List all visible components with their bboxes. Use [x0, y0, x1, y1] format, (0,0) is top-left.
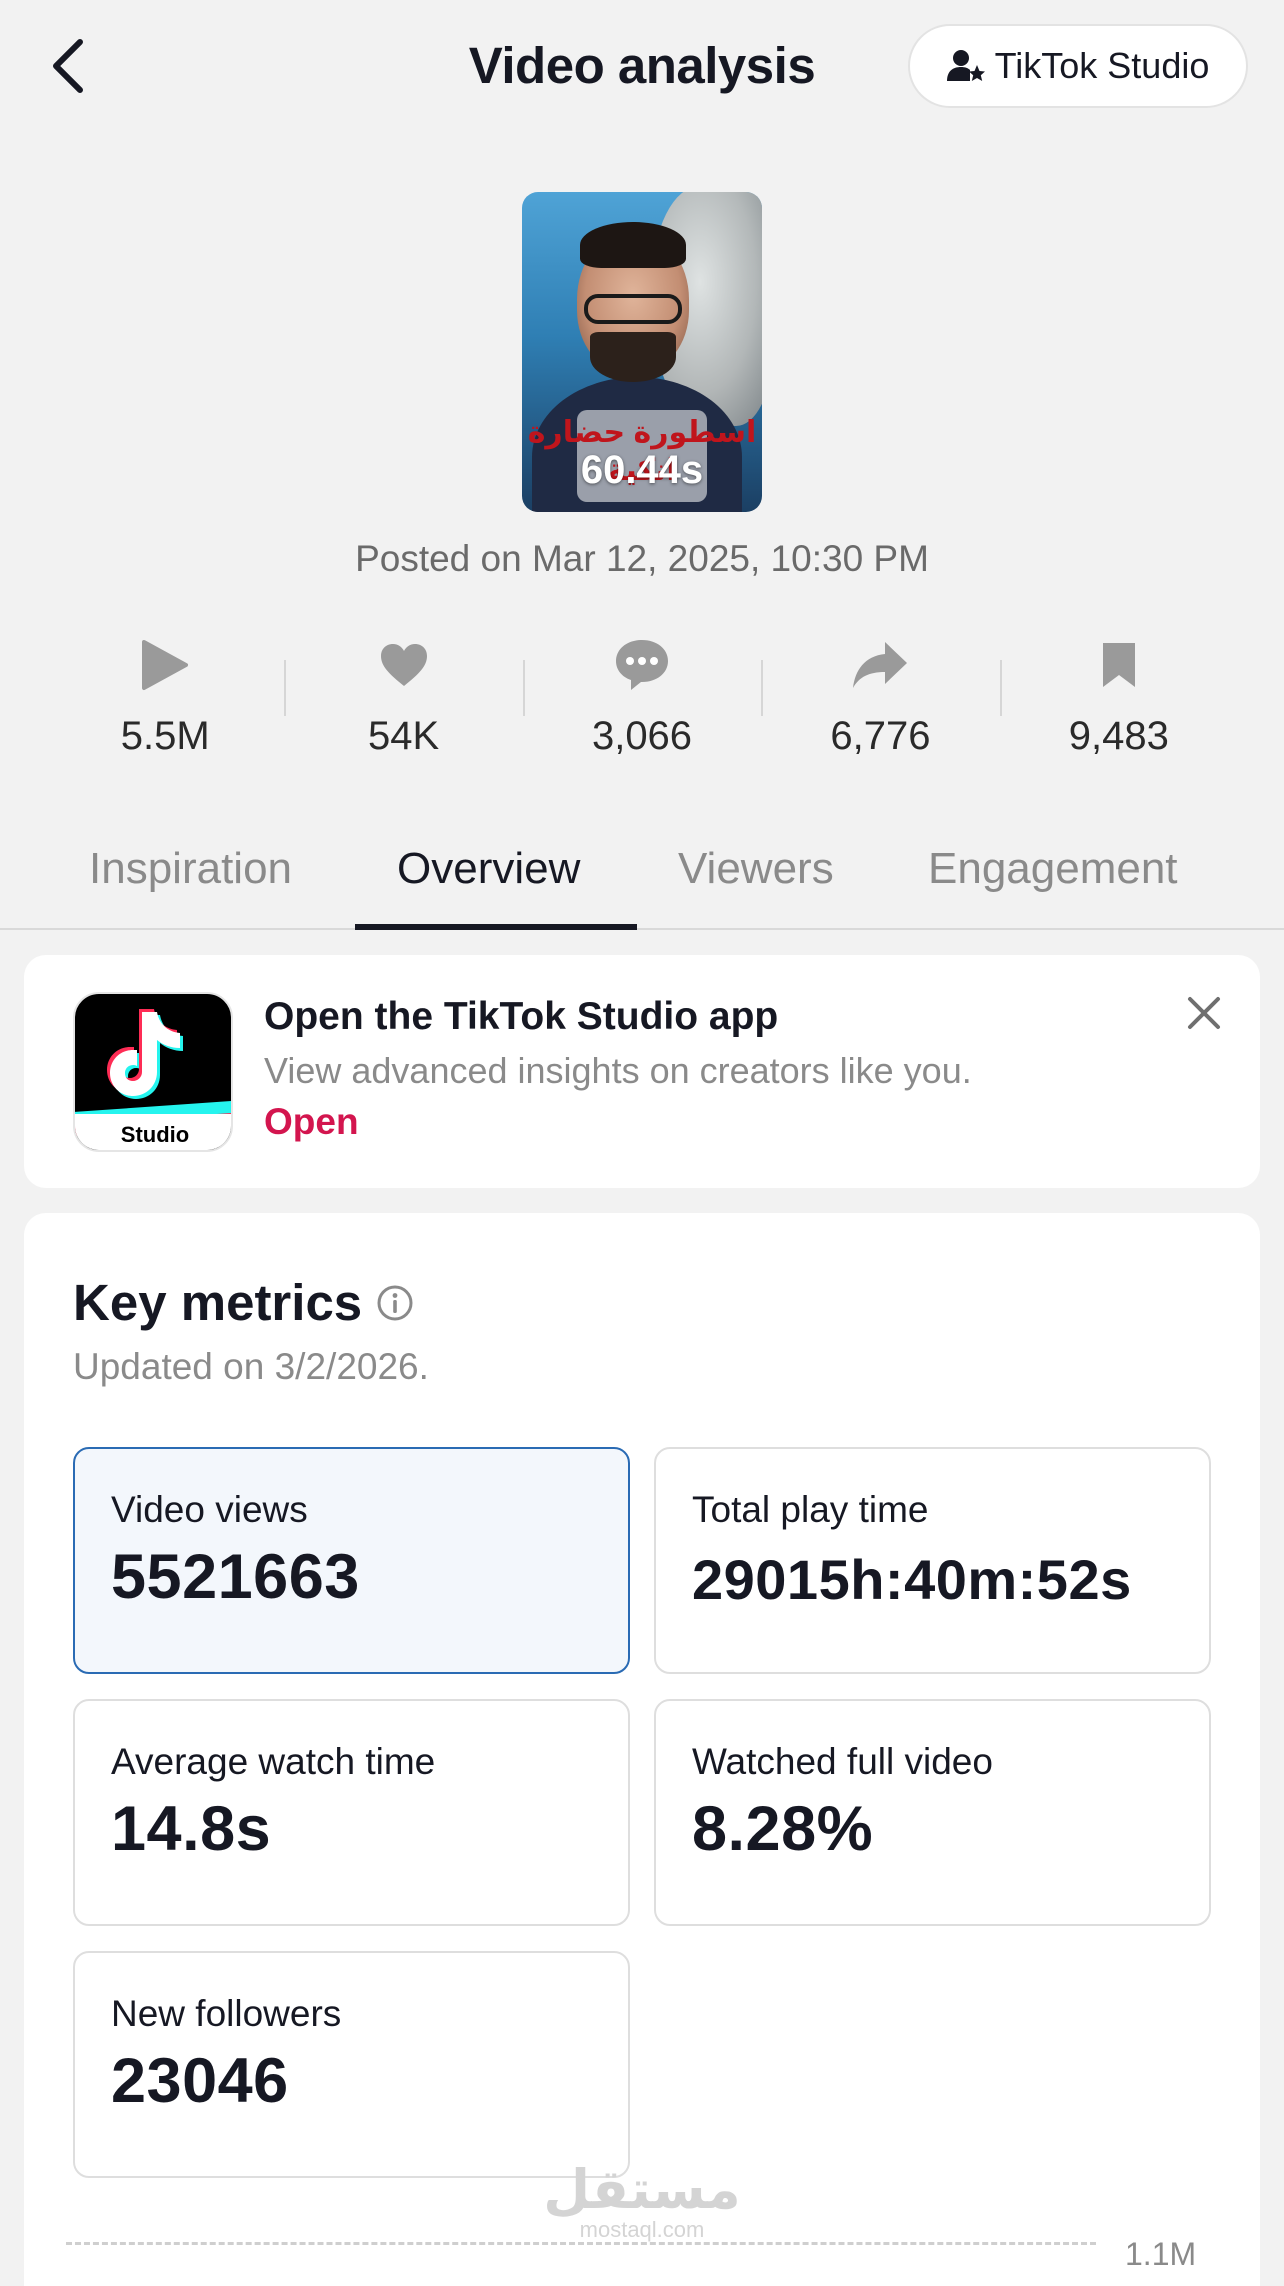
video-duration: 60.44s	[580, 448, 704, 492]
key-metrics-heading: Key metrics	[73, 1273, 414, 1332]
stat-likes: 54K	[284, 630, 522, 770]
video-thumbnail[interactable]: اسطورة حضارة انكية 60.44s	[522, 192, 762, 512]
banner-title: Open the TikTok Studio app	[264, 995, 779, 1038]
banner-open-link[interactable]: Open	[264, 1101, 359, 1143]
key-metrics-card: Key metrics Updated on 3/2/2026. Video v…	[24, 1213, 1260, 2286]
watermark-arabic: مستقل	[543, 2160, 741, 2220]
watermark-latin: mostaql.com	[579, 2217, 705, 2242]
metric-card-watched-full-video[interactable]: Watched full video 8.28%	[654, 1699, 1211, 1926]
tiktok-studio-button[interactable]: TikTok Studio	[908, 24, 1248, 108]
thumbnail-hair-graphic	[580, 222, 686, 268]
share-arrow-icon	[853, 642, 908, 688]
app-icon-label: Studio	[120, 1122, 190, 1147]
tab-bar: Inspiration Overview Viewers Engagement	[0, 832, 1284, 930]
metric-value: 23046	[111, 2046, 289, 2116]
bookmark-icon	[1102, 643, 1135, 687]
metric-label: Video views	[111, 1489, 308, 1530]
tab-engagement[interactable]: Engagement	[928, 844, 1178, 894]
stats-row: 5.5M 54K 3,066 6,776 9,483	[46, 630, 1238, 770]
stat-comments: 3,066	[522, 630, 761, 770]
metrics-updated-date: Updated on 3/2/2026.	[73, 1346, 429, 1387]
stat-saves: 9,483	[999, 630, 1238, 770]
stat-views-value: 5.5M	[120, 714, 210, 758]
tiktok-studio-app-icon: Studio	[73, 992, 233, 1152]
active-tab-indicator	[355, 924, 637, 930]
metric-label: Total play time	[692, 1489, 929, 1530]
comment-icon	[616, 640, 669, 690]
posted-date: Posted on Mar 12, 2025, 10:30 PM	[355, 538, 929, 579]
info-icon[interactable]	[376, 1284, 414, 1322]
header: Video analysis TikTok Studio	[0, 0, 1284, 135]
person-star-icon	[946, 50, 985, 81]
thumbnail-beard-graphic	[590, 332, 676, 382]
studio-app-banner: Studio Open the TikTok Studio app View a…	[24, 955, 1260, 1188]
heart-icon	[380, 644, 427, 686]
tab-overview[interactable]: Overview	[397, 844, 580, 894]
banner-description: View advanced insights on creators like …	[264, 1050, 972, 1091]
metric-card-average-watch-time[interactable]: Average watch time 14.8s	[73, 1699, 630, 1926]
metric-card-new-followers[interactable]: New followers 23046	[73, 1951, 630, 2178]
metric-value: 5521663	[111, 1542, 360, 1612]
stat-shares: 6,776	[761, 630, 999, 770]
metric-card-video-views[interactable]: Video views 5521663	[73, 1447, 630, 1674]
key-metrics-title: Key metrics	[73, 1274, 363, 1331]
banner-close-button[interactable]	[1182, 991, 1226, 1035]
stat-likes-value: 54K	[368, 714, 440, 758]
stat-comments-value: 3,066	[591, 714, 693, 758]
metric-card-total-play-time[interactable]: Total play time 29015h:40m:52s	[654, 1447, 1211, 1674]
metric-value: 14.8s	[111, 1794, 272, 1864]
chart-gridline	[66, 2242, 1096, 2245]
chart-y-tick-label: 1.1M	[1125, 2236, 1197, 2272]
close-icon	[1188, 997, 1220, 1029]
metric-label: New followers	[111, 1993, 342, 2034]
stat-views: 5.5M	[46, 630, 284, 770]
metric-value: 29015h:40m:52s	[692, 1548, 1132, 1611]
stat-shares-value: 6,776	[830, 714, 931, 758]
play-icon	[142, 640, 189, 690]
tab-inspiration[interactable]: Inspiration	[89, 844, 292, 894]
metric-label: Watched full video	[692, 1741, 993, 1782]
tab-viewers[interactable]: Viewers	[678, 844, 834, 894]
metric-value: 8.28%	[692, 1794, 874, 1864]
tiktok-studio-button-label: TikTok Studio	[994, 45, 1210, 86]
thumbnail-glasses-graphic	[584, 294, 682, 324]
metric-label: Average watch time	[111, 1741, 436, 1782]
tiktok-logo-icon	[107, 1009, 183, 1099]
stat-saves-value: 9,483	[1068, 714, 1169, 758]
watermark: مستقل mostaql.com	[0, 2162, 1284, 2242]
